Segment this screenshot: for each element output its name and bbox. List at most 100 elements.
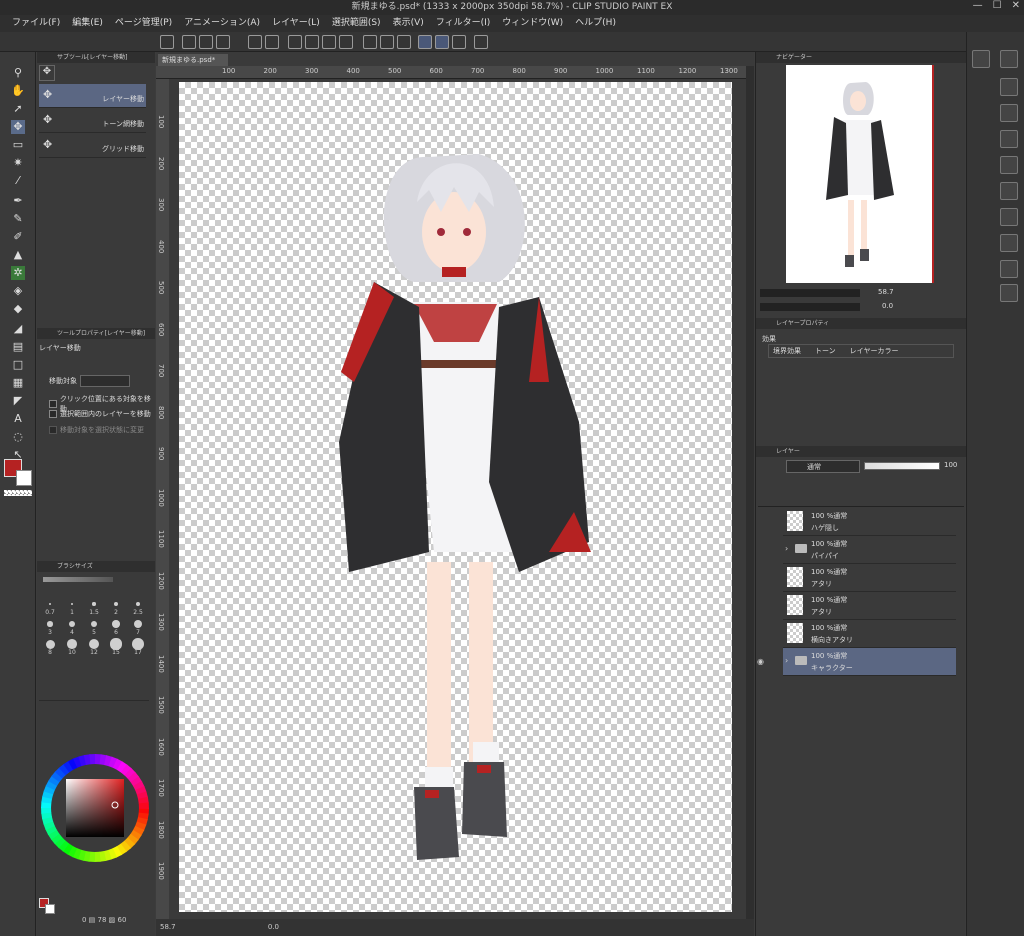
transform-icon[interactable] bbox=[339, 35, 353, 49]
frame-icon[interactable]: ▦ bbox=[11, 376, 25, 390]
eraser-icon[interactable]: ◆ bbox=[11, 302, 25, 316]
subtool-group-icon[interactable]: ✥ bbox=[39, 65, 55, 81]
checkbox[interactable] bbox=[49, 426, 57, 434]
perspective-icon[interactable] bbox=[452, 35, 466, 49]
opacity-slider[interactable] bbox=[864, 462, 940, 470]
snap-icon[interactable] bbox=[380, 35, 394, 49]
expand-arrow-icon[interactable]: › bbox=[785, 656, 788, 665]
sub-color-swatch[interactable] bbox=[16, 470, 32, 486]
layer-row[interactable]: › 100 %通常 パイパイ bbox=[783, 536, 956, 564]
menu-page[interactable]: ページ管理(P) bbox=[109, 15, 178, 32]
open-file-icon[interactable] bbox=[199, 35, 213, 49]
subtool-grid-move[interactable]: ✥ グリッド移動 bbox=[39, 134, 146, 158]
fill-tool-icon[interactable]: ◢ bbox=[11, 322, 25, 336]
eye-icon[interactable]: ◉ bbox=[757, 657, 767, 666]
undo-icon[interactable] bbox=[248, 35, 262, 49]
panel-button-5-icon[interactable] bbox=[1000, 156, 1018, 174]
panel-button-7-icon[interactable] bbox=[1000, 208, 1018, 226]
brush-size-dot[interactable] bbox=[90, 620, 98, 628]
blend-mode-select[interactable]: 通常 bbox=[786, 460, 860, 473]
panel-button-6-icon[interactable] bbox=[1000, 182, 1018, 200]
status-rotation[interactable]: 0.0 bbox=[268, 923, 279, 931]
color-wheel[interactable] bbox=[39, 752, 151, 864]
menu-edit[interactable]: 編集(E) bbox=[66, 15, 109, 32]
brush-size-dot[interactable] bbox=[47, 621, 53, 627]
auto-select-icon[interactable]: ✷ bbox=[11, 156, 25, 170]
ruler-snap-icon[interactable] bbox=[435, 35, 449, 49]
brush-icon[interactable]: ✐ bbox=[11, 230, 25, 244]
stabilize-icon[interactable] bbox=[418, 35, 432, 49]
menu-window[interactable]: ウィンドウ(W) bbox=[496, 15, 569, 32]
brush-size-dot[interactable] bbox=[110, 638, 122, 650]
menu-animation[interactable]: アニメーション(A) bbox=[178, 15, 266, 32]
effect-layer-color[interactable]: レイヤーカラー bbox=[850, 345, 899, 357]
brush-size-dot[interactable] bbox=[68, 620, 76, 628]
navigator-zoom-slider[interactable] bbox=[760, 289, 860, 297]
subtool-tone-move[interactable]: ✥ トーン網移動 bbox=[39, 109, 146, 133]
figure-icon[interactable]: □ bbox=[11, 358, 25, 372]
panel-button-8-icon[interactable] bbox=[1000, 234, 1018, 252]
eyedropper-icon[interactable]: ⁄ bbox=[11, 174, 25, 188]
expand-arrow-icon[interactable]: › bbox=[785, 544, 788, 553]
pen-icon[interactable]: ✒ bbox=[11, 194, 25, 208]
panel-button-3-icon[interactable] bbox=[1000, 104, 1018, 122]
layer-row[interactable]: 100 %通常 アタリ bbox=[783, 592, 956, 620]
subtool-layer-move[interactable]: ✥ レイヤー移動 bbox=[39, 84, 146, 108]
pencil-icon[interactable]: ✎ bbox=[11, 212, 25, 226]
brush-size-dot[interactable] bbox=[70, 602, 74, 606]
hide-selection-icon[interactable] bbox=[363, 35, 377, 49]
panel-toggle-icon[interactable] bbox=[972, 50, 990, 68]
hand-icon[interactable]: ✋ bbox=[11, 84, 25, 98]
panel-button-10-icon[interactable] bbox=[1000, 284, 1018, 302]
clip-studio-icon[interactable] bbox=[160, 35, 174, 49]
menu-layer[interactable]: レイヤー(L) bbox=[266, 15, 326, 32]
ruler-icon[interactable]: ◤ bbox=[11, 394, 25, 408]
option-selection-layer[interactable]: 選択範囲内のレイヤーを移動 bbox=[49, 409, 151, 419]
option-set-selected[interactable]: 移動対象を選択状態に変更 bbox=[49, 425, 144, 435]
menu-help[interactable]: ヘルプ(H) bbox=[569, 15, 622, 32]
redo-icon[interactable] bbox=[265, 35, 279, 49]
fill-icon[interactable] bbox=[322, 35, 336, 49]
brush-size-dot[interactable] bbox=[92, 602, 96, 606]
navigator-preview[interactable] bbox=[786, 65, 934, 283]
drawing-canvas[interactable] bbox=[179, 82, 732, 912]
minimize-button[interactable]: — bbox=[973, 0, 983, 15]
maximize-button[interactable]: ☐ bbox=[993, 0, 1002, 15]
gradient-icon[interactable]: ▤ bbox=[11, 340, 25, 354]
opacity-value[interactable]: 100 bbox=[944, 461, 957, 469]
brush-size-slider[interactable] bbox=[43, 577, 113, 582]
menu-view[interactable]: 表示(V) bbox=[387, 15, 430, 32]
new-file-icon[interactable] bbox=[182, 35, 196, 49]
canvas-scrollbar[interactable] bbox=[746, 66, 754, 919]
save-icon[interactable] bbox=[216, 35, 230, 49]
document-tab[interactable]: 新規まゆる.psd* bbox=[158, 54, 228, 66]
panel-button-9-icon[interactable] bbox=[1000, 260, 1018, 278]
menu-filter[interactable]: フィルター(I) bbox=[430, 15, 497, 32]
navigator-rotate-slider[interactable] bbox=[760, 303, 860, 311]
status-zoom[interactable]: 58.7 bbox=[160, 923, 176, 931]
selection-icon[interactable]: ▭ bbox=[11, 138, 25, 152]
zoom-icon[interactable]: ⚲ bbox=[11, 66, 25, 80]
layer-row[interactable]: 100 %通常 横向きアタリ bbox=[783, 620, 956, 648]
move-layer-icon[interactable]: ✥ bbox=[11, 120, 25, 134]
panel-button-2-icon[interactable] bbox=[1000, 78, 1018, 96]
layer-row[interactable]: › 100 %通常 キャラクター bbox=[783, 648, 956, 676]
balloon-icon[interactable]: ◌ bbox=[11, 430, 25, 444]
effect-tone[interactable]: トーン bbox=[815, 345, 836, 357]
transparent-color-icon[interactable] bbox=[4, 490, 32, 496]
snap-grid-icon[interactable] bbox=[397, 35, 411, 49]
brush-size-dot[interactable] bbox=[113, 601, 119, 607]
text-icon[interactable]: A bbox=[11, 412, 25, 426]
effect-border[interactable]: 境界効果 bbox=[773, 345, 801, 357]
checkbox[interactable] bbox=[49, 400, 57, 408]
clear-icon[interactable] bbox=[288, 35, 302, 49]
airbrush-icon[interactable]: ▲ bbox=[11, 248, 25, 262]
brush-size-dot[interactable] bbox=[135, 601, 141, 607]
small-sub-color[interactable] bbox=[45, 904, 55, 914]
brush-size-dot[interactable] bbox=[67, 639, 77, 649]
checkbox[interactable] bbox=[49, 410, 57, 418]
blend-icon[interactable]: ◈ bbox=[11, 284, 25, 298]
operation-icon[interactable]: ➚ bbox=[11, 102, 25, 116]
brush-size-dot[interactable] bbox=[133, 619, 143, 629]
close-button[interactable]: ✕ bbox=[1012, 0, 1020, 15]
